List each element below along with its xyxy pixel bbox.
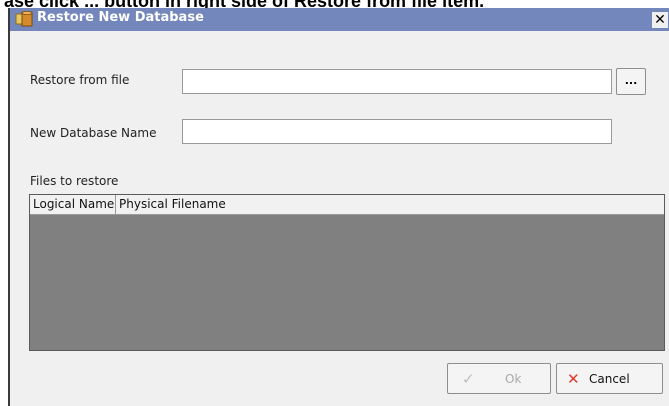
ok-button[interactable]: ✓ Ok bbox=[447, 363, 551, 394]
cancel-button[interactable]: ✕ Cancel bbox=[556, 363, 663, 394]
restore-dialog: Restore New Database ✕ Restore from file… bbox=[8, 8, 669, 406]
new-database-name-label: New Database Name bbox=[30, 126, 157, 140]
column-header-logical-name[interactable]: Logical Name bbox=[30, 195, 116, 214]
dialog-title: Restore New Database bbox=[37, 10, 204, 25]
column-header-physical-filename[interactable]: Physical Filename bbox=[116, 195, 664, 214]
x-icon: ✕ bbox=[567, 370, 580, 388]
checkmark-icon: ✓ bbox=[462, 370, 475, 388]
dialog-titlebar: Restore New Database ✕ bbox=[10, 8, 669, 31]
close-button[interactable]: ✕ bbox=[652, 12, 668, 28]
files-to-restore-label: Files to restore bbox=[30, 174, 119, 188]
restore-from-file-input[interactable] bbox=[182, 69, 612, 94]
grid-header-row: Logical Name Physical Filename bbox=[30, 195, 664, 215]
database-restore-icon bbox=[15, 10, 35, 28]
new-database-name-input[interactable] bbox=[182, 119, 612, 144]
restore-from-file-label: Restore from file bbox=[30, 73, 130, 87]
browse-file-button[interactable]: ... bbox=[616, 68, 646, 95]
close-icon: ✕ bbox=[654, 12, 666, 28]
ok-button-label: Ok bbox=[505, 372, 522, 386]
cancel-button-label: Cancel bbox=[589, 372, 630, 386]
files-to-restore-grid[interactable]: Logical Name Physical Filename bbox=[29, 194, 665, 351]
